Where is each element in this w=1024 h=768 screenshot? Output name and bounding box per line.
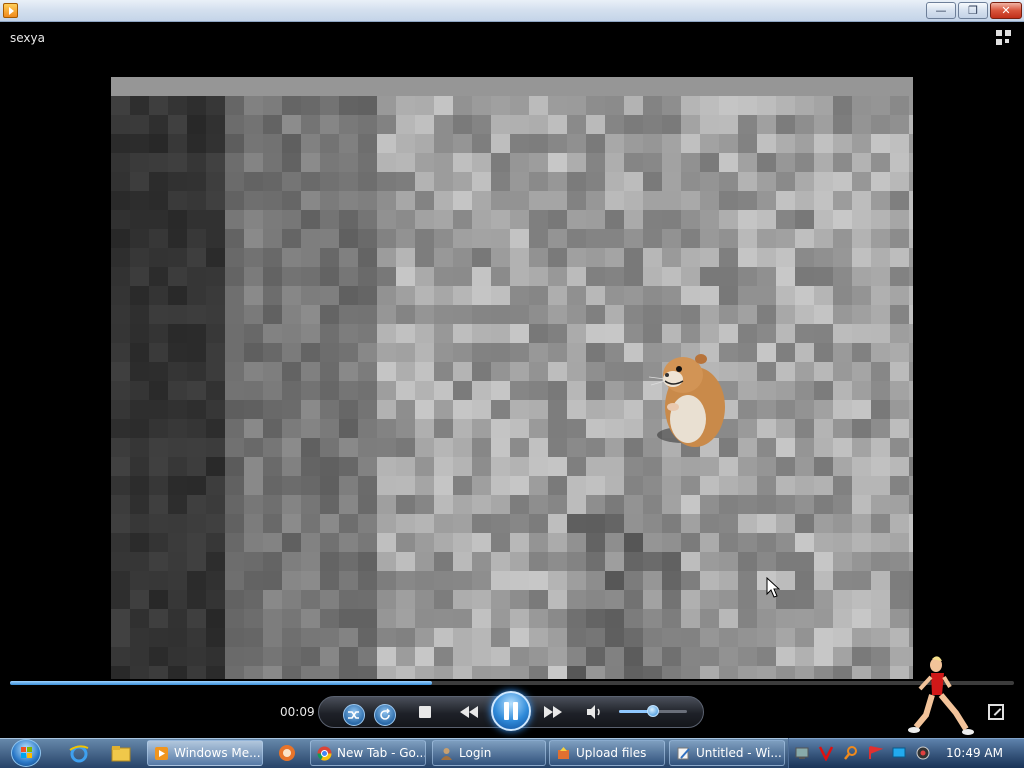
shuffle-icon [348,711,359,719]
switch-to-mini-mode-icon[interactable] [988,704,1004,720]
pause-icon-bar [513,702,518,720]
desktop-screen: — ❐ ✕ sexya 00:09 Windows Me... New Tab … [0,0,1024,768]
start-button[interactable] [4,738,44,768]
media-player-app-icon[interactable] [3,3,18,18]
system-clock[interactable]: 10:49 AM [946,746,1003,760]
video-display[interactable] [111,77,913,679]
switch-to-library-icon[interactable] [996,30,1012,46]
taskbar-item-label: New Tab - Go... [337,746,426,760]
chrome-icon [317,746,332,761]
repeat-icon [380,708,390,720]
media-title: sexya [10,31,45,45]
close-button[interactable]: ✕ [990,2,1022,19]
repeat-button[interactable] [374,704,396,726]
pinned-app-icon[interactable] [276,742,298,764]
upload-icon [558,747,569,759]
windows-explorer-icon[interactable] [110,742,132,764]
restore-button[interactable]: ❐ [958,2,988,19]
mute-button[interactable] [586,703,604,721]
flag-tray-icon[interactable] [867,745,883,761]
editor-icon [677,747,690,760]
pixelated-video-frame [111,77,913,679]
media-player-icon [155,747,168,760]
speaker-icon [587,705,600,719]
volume-slider-handle[interactable] [647,705,659,717]
taskbar-item-upload-files[interactable]: Upload files [549,740,665,766]
elapsed-time: 00:09 [280,705,315,719]
network-tray-icon[interactable] [794,745,810,761]
taskbar-item-label: Windows Me... [174,746,261,760]
taskbar-item-label: Untitled - Wi... [696,746,782,760]
taskbar-item-label: Upload files [576,746,647,760]
taskbar-item-untitled[interactable]: Untitled - Wi... [669,740,785,766]
shuffle-button[interactable] [343,704,365,726]
previous-button[interactable] [456,703,482,721]
taskbar-item-new-tab[interactable]: New Tab - Go... [310,740,426,766]
antivirus-tray-icon[interactable] [818,745,834,761]
fast-forward-icon [544,706,562,718]
seek-bar[interactable] [10,681,1014,685]
taskbar-item-login[interactable]: Login [432,740,546,766]
hamster-image [648,354,725,447]
minimize-button[interactable]: — [926,2,956,19]
search-tray-icon[interactable] [843,745,859,761]
internet-explorer-icon[interactable] [68,742,90,764]
pause-icon-bar [504,702,509,720]
volume-tray-icon[interactable] [915,745,931,761]
windows-logo-icon [11,739,41,767]
stop-button[interactable] [419,706,431,718]
pause-button[interactable] [491,691,531,731]
window-title-bar[interactable]: — ❐ ✕ [0,0,1024,22]
rewind-icon [460,706,478,718]
display-tray-icon[interactable] [891,745,907,761]
login-page-icon [441,748,452,760]
seek-progress [10,681,432,685]
desktop-mascot-image [908,656,974,735]
taskbar-item-label: Login [459,746,492,760]
mouse-cursor-icon [766,577,780,598]
next-button[interactable] [540,703,566,721]
taskbar-item-windows-media-player[interactable]: Windows Me... [147,740,263,766]
